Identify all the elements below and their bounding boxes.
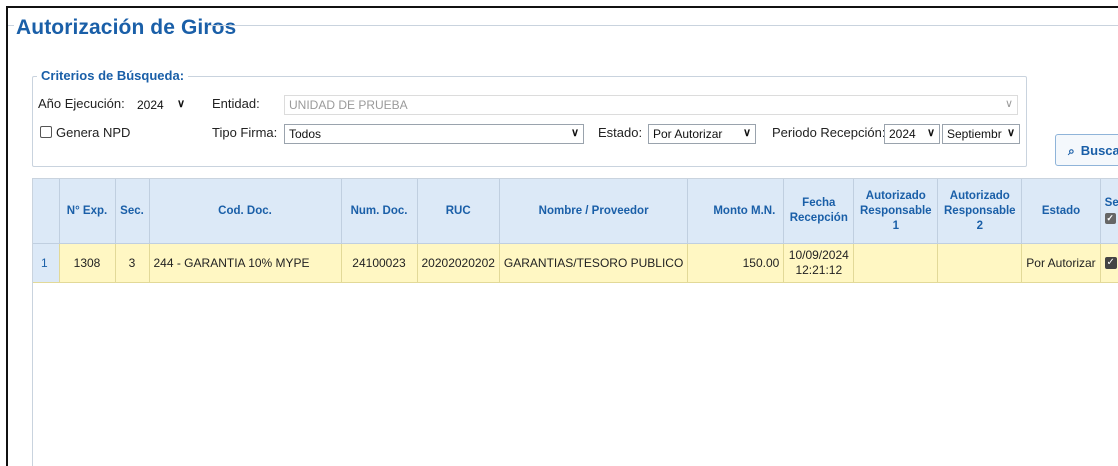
cell-fecha-recepcion: 10/09/2024 12:21:12 (783, 243, 855, 283)
title-rule-left (8, 25, 14, 26)
header-aut2-line1: Autorizado (949, 189, 1010, 202)
header-cod-doc[interactable]: Cod. Doc. (149, 179, 342, 244)
periodo-recepcion-label: Periodo Recepción: (772, 125, 886, 140)
tipo-firma-label: Tipo Firma: (212, 125, 278, 140)
page-title: Autorización de Giros (16, 16, 237, 39)
header-fecha-recepcion[interactable]: Fecha Recepción (783, 179, 855, 244)
chevron-down-icon: ∨ (926, 127, 935, 139)
header-aut1-line3: 1 (892, 219, 899, 232)
header-seleccion[interactable]: Se ✓ (1100, 179, 1118, 244)
genera-npd-label: Genera NPD (56, 125, 131, 140)
cell-seleccion: ✓ (1100, 243, 1118, 283)
tipo-firma-select[interactable]: Todos ∨ (284, 124, 584, 144)
header-sel-label: Se (1104, 197, 1118, 209)
chevron-down-icon: ∨ (570, 127, 579, 139)
periodo-mes-select[interactable]: Septiembr ∨ (942, 124, 1020, 144)
header-monto[interactable]: Monto M.N. (687, 179, 785, 244)
header-nexp[interactable]: N° Exp. (59, 179, 116, 244)
cell-estado: Por Autorizar (1021, 243, 1101, 283)
periodo-anio-value: 2024 (889, 127, 916, 141)
anio-ejecucion-label: Año Ejecución: (38, 96, 125, 111)
cell-ruc: 20202020202 (417, 243, 500, 283)
header-fecha-line1: Fecha (802, 197, 836, 209)
row-select-checkbox[interactable]: ✓ (1104, 257, 1117, 270)
tipo-firma-value: Todos (289, 127, 322, 141)
genera-npd-checkbox[interactable] (40, 126, 52, 138)
chevron-down-icon: ∨ (176, 98, 185, 110)
header-aut2-line3: 2 (976, 219, 983, 232)
entidad-select[interactable]: UNIDAD DE PRUEBA ∨ (284, 95, 1018, 115)
estado-value: Por Autorizar (653, 127, 723, 141)
estado-select[interactable]: Por Autorizar ∨ (648, 124, 756, 144)
cell-nexp: 1308 (59, 243, 116, 283)
title-rule (208, 25, 1118, 26)
cell-autorizado-1 (853, 243, 939, 283)
app-window: Autorización de Giros Criterios de Búsqu… (6, 6, 1118, 466)
chevron-down-icon: ∨ (1004, 98, 1013, 110)
header-aut2-line2: Responsable (944, 204, 1016, 217)
cell-sec: 3 (115, 243, 150, 283)
periodo-anio-select[interactable]: 2024 ∨ (884, 124, 940, 144)
header-estado[interactable]: Estado (1021, 179, 1101, 244)
anio-ejecucion-value: 2024 (137, 98, 164, 112)
search-icon: ⌕ (1068, 144, 1075, 158)
cell-fecha-time: 12:21:12 (795, 263, 843, 277)
cell-autorizado-2 (937, 243, 1023, 283)
header-fecha-line2: Recepción (789, 212, 848, 224)
header-ruc[interactable]: RUC (417, 179, 500, 244)
header-sec[interactable]: Sec. (115, 179, 150, 244)
search-criteria-fieldset (32, 76, 1027, 167)
table-row[interactable]: 1 1308 3 244 - GARANTIA 10% MYPE 2410002… (33, 243, 1118, 283)
chevron-down-icon: ∨ (1006, 127, 1015, 139)
header-autorizado-2[interactable]: Autorizado Responsable 2 (937, 179, 1023, 244)
chevron-down-icon: ∨ (742, 127, 751, 139)
header-aut1-line1: Autorizado (865, 189, 926, 202)
anio-ejecucion-select[interactable]: 2024 ∨ (132, 95, 190, 115)
entidad-value: UNIDAD DE PRUEBA (289, 98, 408, 112)
results-grid: N° Exp. Sec. Cod. Doc. Num. Doc. RUC Nom… (32, 178, 1118, 466)
header-aut1-line2: Responsable (860, 204, 932, 217)
header-corner (33, 179, 60, 244)
table-header-row: N° Exp. Sec. Cod. Doc. Num. Doc. RUC Nom… (33, 179, 1118, 244)
periodo-mes-value: Septiembr (947, 127, 1002, 141)
estado-label: Estado: (598, 125, 643, 140)
select-all-checkbox[interactable]: ✓ (1104, 213, 1116, 224)
cell-num-doc: 24100023 (341, 243, 418, 283)
buscar-button[interactable]: ⌕ Busca (1055, 134, 1118, 166)
header-nombre-proveedor[interactable]: Nombre / Proveedor (499, 179, 689, 244)
search-criteria-legend: Criterios de Búsqueda: (37, 68, 189, 83)
cell-monto: 150.00 (687, 243, 785, 283)
cell-fecha-date: 10/09/2024 (788, 248, 849, 262)
row-number: 1 (33, 243, 60, 283)
results-table: N° Exp. Sec. Cod. Doc. Num. Doc. RUC Nom… (33, 179, 1118, 283)
header-autorizado-1[interactable]: Autorizado Responsable 1 (853, 179, 939, 244)
cell-nombre-proveedor: GARANTIAS/TESORO PUBLICO (499, 243, 689, 283)
header-num-doc[interactable]: Num. Doc. (341, 179, 418, 244)
cell-cod-doc: 244 - GARANTIA 10% MYPE (149, 243, 342, 283)
entidad-label: Entidad: (212, 96, 260, 111)
buscar-label: Busca (1080, 143, 1118, 158)
